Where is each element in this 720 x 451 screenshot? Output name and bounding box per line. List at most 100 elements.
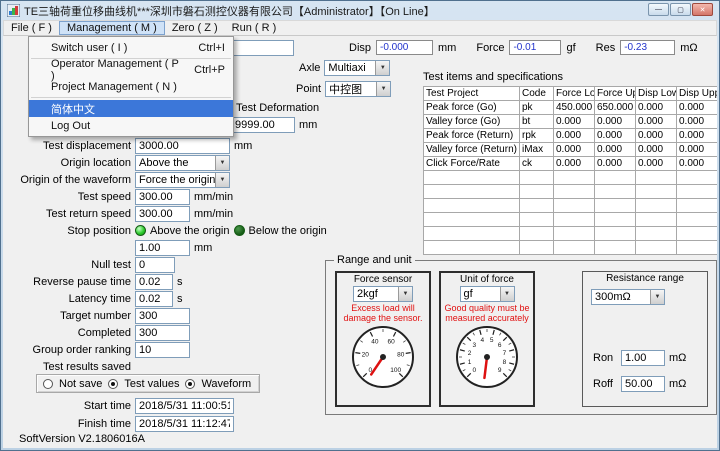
axle-select[interactable]: Multiaxi ▼ [324, 60, 391, 76]
spec-cell[interactable] [519, 240, 554, 255]
spec-cell[interactable]: rpk [519, 128, 554, 143]
spec-cell[interactable] [594, 240, 636, 255]
spec-cell[interactable] [519, 226, 554, 241]
spec-cell[interactable] [594, 198, 636, 213]
top-input[interactable] [232, 40, 294, 56]
spec-cell[interactable] [676, 170, 717, 185]
spec-table-row[interactable] [423, 184, 717, 199]
stop-offset-input[interactable] [135, 239, 190, 256]
origin-location-select[interactable]: Above the ▼ [135, 154, 230, 171]
spec-cell[interactable]: pk [519, 100, 554, 115]
spec-cell[interactable]: Valley force (Go) [423, 114, 520, 129]
spec-cell[interactable] [594, 212, 636, 227]
spec-cell[interactable] [553, 212, 595, 227]
spec-cell[interactable]: 0.000 [635, 114, 677, 129]
spec-cell[interactable]: Peak force (Go) [423, 100, 520, 115]
spec-table-row[interactable] [423, 198, 717, 213]
spec-cell[interactable] [553, 198, 595, 213]
finish-time-input[interactable] [135, 415, 234, 432]
spec-cell[interactable] [423, 170, 520, 185]
spec-table-row[interactable] [423, 212, 717, 227]
waveform-radio[interactable] [185, 378, 196, 389]
menu-item-switch-user[interactable]: Switch user ( I ) Ctrl+I [29, 39, 233, 56]
spec-cell[interactable] [676, 226, 717, 241]
latency-time-input[interactable] [135, 290, 173, 307]
menu-management[interactable]: Management ( M ) [58, 21, 165, 35]
spec-cell[interactable] [519, 198, 554, 213]
spec-cell[interactable] [423, 212, 520, 227]
spec-cell[interactable]: bt [519, 114, 554, 129]
spec-table-row[interactable]: Peak force (Go) pk 450.000 650.000 0.000 0.00… [423, 100, 717, 115]
spec-cell[interactable] [676, 240, 717, 255]
spec-cell[interactable]: Click Force/Rate [423, 156, 520, 171]
spec-cell[interactable] [519, 184, 554, 199]
spec-cell[interactable]: 0.000 [635, 100, 677, 115]
spec-cell[interactable] [423, 198, 520, 213]
spec-cell[interactable]: 0.000 [676, 128, 717, 143]
spec-cell[interactable] [635, 170, 677, 185]
spec-cell[interactable]: 0.000 [594, 128, 636, 143]
test-return-speed-input[interactable] [135, 205, 190, 222]
spec-cell[interactable]: 0.000 [635, 156, 677, 171]
spec-cell[interactable]: Valley force (Return) [423, 142, 520, 157]
null-test-input[interactable] [135, 256, 175, 273]
spec-cell[interactable] [423, 226, 520, 241]
spec-cell[interactable] [423, 240, 520, 255]
menu-file[interactable]: File ( F ) [4, 21, 59, 35]
close-button[interactable]: ✕ [692, 3, 713, 16]
spec-cell[interactable]: 0.000 [676, 142, 717, 157]
spec-cell[interactable] [676, 212, 717, 227]
resistance-range-select[interactable]: 300mΩ ▼ [591, 289, 665, 305]
spec-cell[interactable]: 0.000 [594, 142, 636, 157]
titlebar[interactable]: TE三轴荷重位移曲线机***深圳市磐石测控仪器有限公司【Administrato… [3, 1, 717, 20]
not-save-radio[interactable] [43, 378, 53, 389]
spec-cell[interactable]: 0.000 [594, 156, 636, 171]
spec-cell[interactable] [635, 212, 677, 227]
menu-item-operator-management[interactable]: Operator Management ( P ) Ctrl+P [29, 58, 233, 82]
spec-cell[interactable] [635, 226, 677, 241]
spec-cell[interactable] [594, 170, 636, 185]
spec-cell[interactable]: ck [519, 156, 554, 171]
point-select[interactable]: 中控图 ▼ [325, 81, 392, 97]
spec-cell[interactable] [594, 184, 636, 199]
spec-cell[interactable]: 450.000 [553, 100, 595, 115]
roff-input[interactable] [621, 376, 665, 392]
spec-cell[interactable]: 0.000 [676, 114, 717, 129]
spec-cell[interactable]: iMax [519, 142, 554, 157]
minimize-button[interactable]: — [648, 3, 669, 16]
spec-table-row[interactable]: Valley force (Return) iMax 0.000 0.000 0.000… [423, 142, 717, 157]
spec-cell[interactable]: 0.000 [635, 128, 677, 143]
test-speed-input[interactable] [135, 188, 190, 205]
menu-item-simplified-chinese[interactable]: 简体中文 [29, 100, 233, 117]
force-sensor-select[interactable]: 2kgf ▼ [353, 286, 413, 302]
spec-cell[interactable]: 0.000 [553, 142, 595, 157]
spec-cell[interactable]: 0.000 [553, 114, 595, 129]
menu-zero[interactable]: Zero ( Z ) [165, 21, 225, 35]
unit-of-force-select[interactable]: gf ▼ [459, 286, 515, 302]
menu-item-log-out[interactable]: Log Out [29, 117, 233, 134]
spec-cell[interactable]: 0.000 [553, 156, 595, 171]
spec-cell[interactable] [676, 198, 717, 213]
below-origin-led-icon[interactable] [233, 225, 245, 236]
maximize-button[interactable]: ▢ [670, 3, 691, 16]
test-displacement-input[interactable] [135, 137, 230, 154]
spec-cell[interactable] [553, 184, 595, 199]
spec-cell[interactable] [553, 170, 595, 185]
spec-cell[interactable] [519, 212, 554, 227]
spec-cell[interactable] [594, 226, 636, 241]
spec-cell[interactable] [635, 240, 677, 255]
test-values-radio[interactable] [108, 378, 119, 389]
group-order-ranking-input[interactable] [135, 341, 190, 358]
spec-cell[interactable]: 0.000 [676, 100, 717, 115]
target-number-input[interactable] [135, 307, 190, 324]
spec-cell[interactable]: 0.000 [553, 128, 595, 143]
spec-cell[interactable]: 0.000 [594, 114, 636, 129]
completed-input[interactable] [135, 324, 190, 341]
spec-cell[interactable] [553, 240, 595, 255]
menu-run[interactable]: Run ( R ) [225, 21, 284, 35]
spec-table-row[interactable]: Valley force (Go) bt 0.000 0.000 0.000 0.000 [423, 114, 717, 129]
spec-cell[interactable]: Peak force (Return) [423, 128, 520, 143]
spec-table-row[interactable]: Click Force/Rate ck 0.000 0.000 0.000 0.000 [423, 156, 717, 171]
spec-table-row[interactable] [423, 170, 717, 185]
spec-table-row[interactable] [423, 240, 717, 255]
